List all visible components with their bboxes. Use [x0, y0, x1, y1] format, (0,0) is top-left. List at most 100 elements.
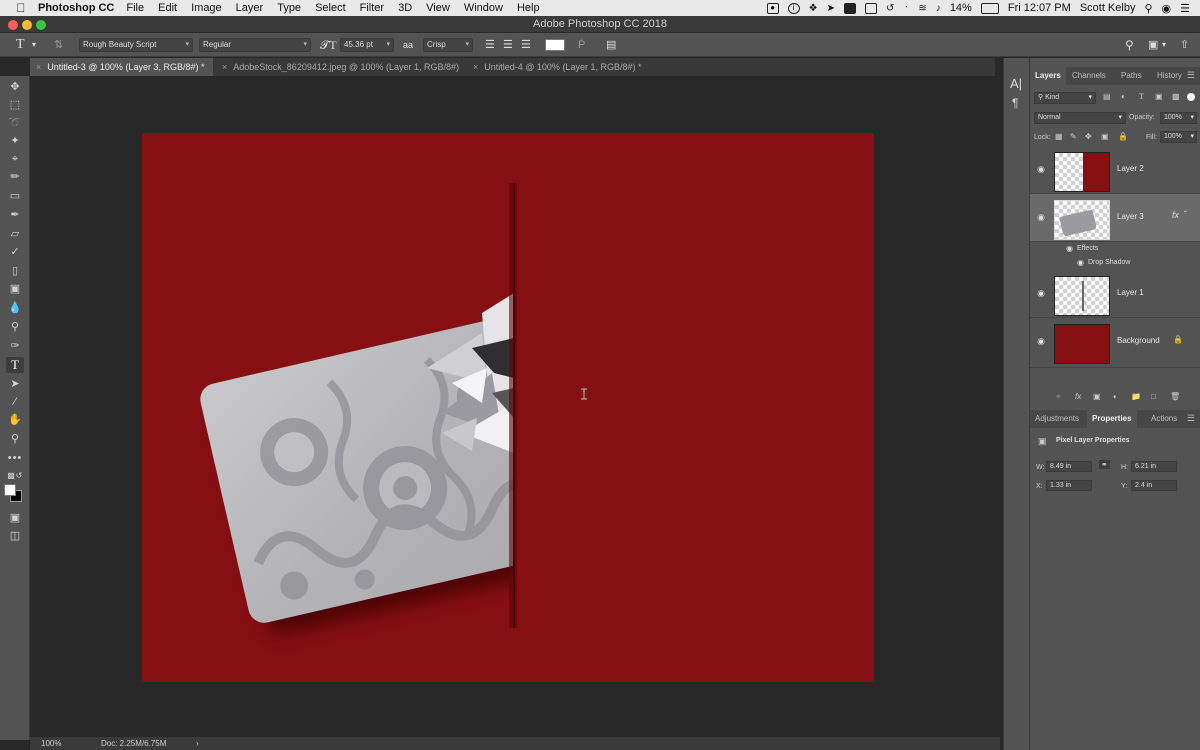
tab-channels[interactable]: Channels: [1067, 67, 1111, 85]
link-layers-icon[interactable]: ⚭: [1055, 392, 1062, 401]
blur-tool-icon[interactable]: 💧: [6, 300, 24, 316]
layer-row-layer-2[interactable]: ◉ Layer 2: [1030, 146, 1200, 194]
lasso-tool-icon[interactable]: ➰: [6, 115, 24, 131]
tab-actions[interactable]: Actions: [1146, 410, 1182, 428]
menu-type[interactable]: Type: [277, 2, 301, 14]
quick-mask-icon[interactable]: ▣: [6, 510, 24, 526]
layer-row-background[interactable]: ◉ Background 🔒: [1030, 318, 1200, 368]
height-field[interactable]: 6.21 in: [1131, 461, 1177, 472]
type-tool-icon[interactable]: T: [6, 357, 24, 373]
lock-position-icon[interactable]: ✥: [1085, 132, 1092, 141]
eye-icon[interactable]: ◉: [1036, 164, 1046, 174]
foreground-color-swatch[interactable]: [4, 484, 16, 496]
zoom-tool-icon[interactable]: ⚲: [6, 431, 24, 447]
clone-stamp-tool-icon[interactable]: ▱: [6, 226, 24, 242]
screen-mode-icon[interactable]: ◫: [6, 528, 24, 544]
eye-icon[interactable]: ◉: [1036, 212, 1046, 222]
filter-pixel-icon[interactable]: ▤: [1103, 92, 1111, 101]
menubar-user[interactable]: Scott Kelby: [1080, 2, 1136, 14]
pen-tool-icon[interactable]: ✑: [6, 338, 24, 354]
eye-icon[interactable]: ◉: [1036, 288, 1046, 298]
antialias-select[interactable]: Crisp ▾: [423, 38, 473, 52]
y-field[interactable]: 2.4 in: [1131, 480, 1177, 491]
chevron-down-icon[interactable]: ▾: [1162, 37, 1166, 53]
chevron-right-icon[interactable]: ›: [196, 737, 199, 750]
info-icon[interactable]: i: [787, 2, 800, 14]
text-orientation-icon[interactable]: ⇅: [54, 37, 63, 53]
crop-tool-icon[interactable]: ⌖: [6, 151, 24, 167]
menu-app-name[interactable]: Photoshop CC: [38, 2, 114, 14]
filter-toggle-icon[interactable]: [1187, 93, 1195, 101]
warp-text-icon[interactable]: Ṗ: [578, 37, 585, 53]
link-dimensions-icon[interactable]: ⚭: [1099, 460, 1110, 469]
font-family-select[interactable]: Rough Beauty Script ▾: [79, 38, 193, 52]
screen-record-icon[interactable]: ●: [766, 2, 779, 14]
marquee-tool-icon[interactable]: ⬚: [6, 97, 24, 113]
close-window-button[interactable]: [8, 20, 18, 30]
layer-row-layer-3[interactable]: ◉ Layer 3 fx ˆ: [1030, 194, 1200, 242]
filter-shape-icon[interactable]: ▣: [1155, 92, 1163, 101]
fill-field[interactable]: 100% ▾: [1160, 131, 1197, 143]
menu-edit[interactable]: Edit: [158, 2, 177, 14]
add-mask-icon[interactable]: ▣: [1093, 392, 1101, 401]
tab-untitled-3[interactable]: × Untitled-3 @ 100% (Layer 3, RGB/8#) *: [30, 58, 213, 76]
menu-layer[interactable]: Layer: [236, 2, 264, 14]
layer-filter-select[interactable]: ⚲ Kind ▾: [1034, 92, 1096, 104]
chevron-up-icon[interactable]: ˆ: [1184, 210, 1187, 219]
history-brush-tool-icon[interactable]: ✓: [6, 244, 24, 260]
eraser-tool-icon[interactable]: ▯: [6, 263, 24, 279]
align-center-icon[interactable]: ☰: [503, 37, 513, 53]
menu-help[interactable]: Help: [517, 2, 540, 14]
gradient-tool-icon[interactable]: ▣: [6, 281, 24, 297]
tab-paths[interactable]: Paths: [1116, 67, 1146, 85]
adjustment-layer-icon[interactable]: ◐: [1113, 392, 1118, 401]
wifi-icon[interactable]: ≋: [918, 3, 926, 14]
minimize-window-button[interactable]: [22, 20, 32, 30]
more-tools-icon[interactable]: •••: [6, 450, 24, 466]
paragraph-panel-icon[interactable]: ¶: [1012, 96, 1018, 110]
swap-colors-icon[interactable]: ↺: [10, 468, 28, 484]
layer-name[interactable]: Layer 2: [1117, 164, 1144, 173]
menu-3d[interactable]: 3D: [398, 2, 412, 14]
notification-center-icon[interactable]: ☰: [1180, 2, 1190, 15]
font-size-select[interactable]: 45.36 pt ▾: [340, 38, 394, 52]
new-group-icon[interactable]: 📁: [1131, 392, 1141, 401]
tab-history[interactable]: History: [1152, 67, 1187, 85]
character-panel-icon[interactable]: ▤: [606, 37, 616, 53]
close-icon[interactable]: ×: [473, 62, 478, 72]
bluetooth-icon[interactable]: ᛫: [903, 3, 909, 14]
lock-all-icon[interactable]: 🔒: [1118, 132, 1128, 141]
time-machine-icon[interactable]: ↺: [886, 3, 894, 14]
menu-file[interactable]: File: [126, 2, 144, 14]
font-style-select[interactable]: Regular ▾: [199, 38, 311, 52]
eye-icon[interactable]: ◉: [1077, 258, 1084, 267]
effects-row[interactable]: ◉ Effects: [1030, 242, 1200, 256]
apple-icon[interactable]: : [10, 1, 32, 15]
search-icon[interactable]: ⚲: [1125, 37, 1134, 53]
menu-filter[interactable]: Filter: [360, 2, 384, 14]
tab-properties[interactable]: Properties: [1087, 410, 1137, 428]
share-icon[interactable]: ⇧: [1180, 37, 1189, 53]
volume-icon[interactable]: ♪: [936, 3, 941, 14]
blend-mode-select[interactable]: Normal ▾: [1034, 112, 1126, 124]
chevron-down-icon[interactable]: ▾: [32, 37, 36, 53]
layer-name[interactable]: Layer 3: [1117, 212, 1144, 221]
panel-menu-icon[interactable]: ☰: [1187, 413, 1195, 424]
new-layer-icon[interactable]: □: [1151, 392, 1156, 401]
line-tool-icon[interactable]: ∕: [6, 394, 24, 410]
layer-name[interactable]: Background: [1117, 336, 1160, 345]
move-tool-icon[interactable]: ✥: [6, 79, 24, 95]
tab-untitled-4[interactable]: × Untitled-4 @ 100% (Layer 1, RGB/8#) *: [467, 58, 667, 76]
menubar-clock[interactable]: Fri 12:07 PM: [1008, 2, 1071, 14]
brush-tool-icon[interactable]: ✒: [6, 207, 24, 223]
add-style-icon[interactable]: fx: [1075, 392, 1081, 401]
zoom-level[interactable]: 100%: [41, 737, 61, 750]
character-panel-icon[interactable]: A|: [1010, 76, 1022, 91]
delete-layer-icon[interactable]: 🗑: [1170, 392, 1180, 401]
layer-name[interactable]: Layer 1: [1117, 288, 1144, 297]
layer-effects-badge[interactable]: fx: [1172, 210, 1179, 220]
eye-icon[interactable]: ◉: [1036, 336, 1046, 346]
healing-brush-tool-icon[interactable]: ▭: [6, 188, 24, 204]
panel-menu-icon[interactable]: ☰: [1187, 70, 1195, 81]
menu-view[interactable]: View: [426, 2, 450, 14]
